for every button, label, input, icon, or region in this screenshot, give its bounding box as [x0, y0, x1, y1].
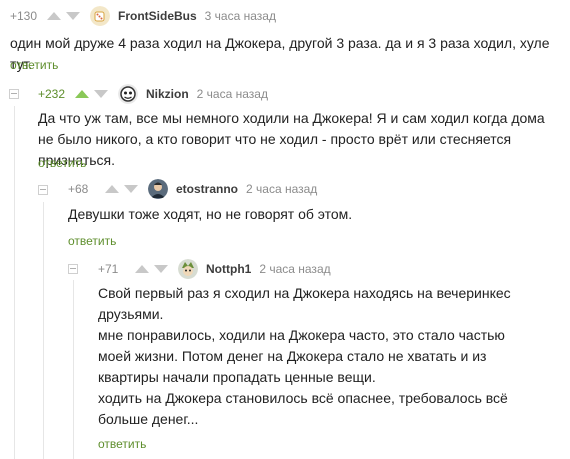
dice-avatar-icon[interactable]	[90, 6, 110, 26]
comment-time[interactable]: 3 часа назад	[205, 9, 276, 23]
upvote-icon[interactable]	[105, 185, 119, 193]
reply-link[interactable]: ответить	[38, 156, 86, 170]
comment-body-line: Свой первый раз я сходил на Джокера нахо…	[98, 285, 511, 322]
comment-author[interactable]: etostranno	[176, 182, 238, 196]
downvote-icon[interactable]	[124, 185, 138, 193]
comment-header: +71 Nottph1 2 часа назад	[98, 257, 331, 281]
collapse-thread-button[interactable]	[68, 264, 78, 274]
comment-author[interactable]: FrontSideBus	[118, 9, 197, 23]
comment-author[interactable]: Nottph1	[206, 262, 251, 276]
upvote-icon[interactable]	[47, 12, 61, 20]
portrait-avatar-icon[interactable]	[148, 179, 168, 199]
comment-time[interactable]: 2 часа назад	[197, 87, 268, 101]
comment-body-line: мне понравилось, ходили на Джокера часто…	[98, 327, 505, 385]
comment-header: +130 FrontSideBus 3 часа назад	[10, 4, 276, 28]
reply-link[interactable]: ответить	[98, 437, 146, 451]
comment-body: один мой друже 4 раза ходил на Джокера, …	[10, 35, 550, 72]
character-avatar-icon[interactable]	[178, 259, 198, 279]
thread-line[interactable]	[43, 202, 44, 459]
downvote-icon[interactable]	[94, 90, 108, 98]
comment-rating: +71	[98, 262, 119, 276]
upvote-icon[interactable]	[135, 265, 149, 273]
downvote-icon[interactable]	[154, 265, 168, 273]
comment-header: +68 etostranno 2 часа назад	[68, 177, 317, 201]
comment-body: Девушки тоже ходят, но не говорят об это…	[68, 206, 353, 222]
comment-rating: +68	[68, 182, 89, 196]
thread-line[interactable]	[14, 106, 15, 459]
collapse-thread-button[interactable]	[9, 89, 19, 99]
thread-line[interactable]	[73, 280, 74, 459]
collapse-thread-button[interactable]	[38, 185, 48, 195]
comments-page: +130 FrontSideBus 3 часа назад один мой …	[0, 0, 570, 459]
comment-rating: +130	[10, 9, 38, 23]
face-avatar-icon[interactable]	[118, 84, 138, 104]
reply-link[interactable]: ответить	[10, 58, 58, 72]
comment-body: Свой первый раз я сходил на Джокера нахо…	[98, 283, 533, 430]
comment-header: +232 Nikzion 2 часа назад	[38, 82, 268, 106]
upvote-icon[interactable]	[75, 90, 89, 98]
comment-time[interactable]: 2 часа назад	[259, 262, 330, 276]
reply-link[interactable]: ответить	[68, 234, 116, 248]
comment-rating: +232	[38, 87, 66, 101]
comment-body-line: ходить на Джокера становилось всё опасне…	[98, 390, 508, 427]
comment-body: Да что уж там, все мы немного ходили на …	[38, 110, 545, 168]
comment-author[interactable]: Nikzion	[146, 87, 189, 101]
downvote-icon[interactable]	[66, 12, 80, 20]
comment-time[interactable]: 2 часа назад	[246, 182, 317, 196]
